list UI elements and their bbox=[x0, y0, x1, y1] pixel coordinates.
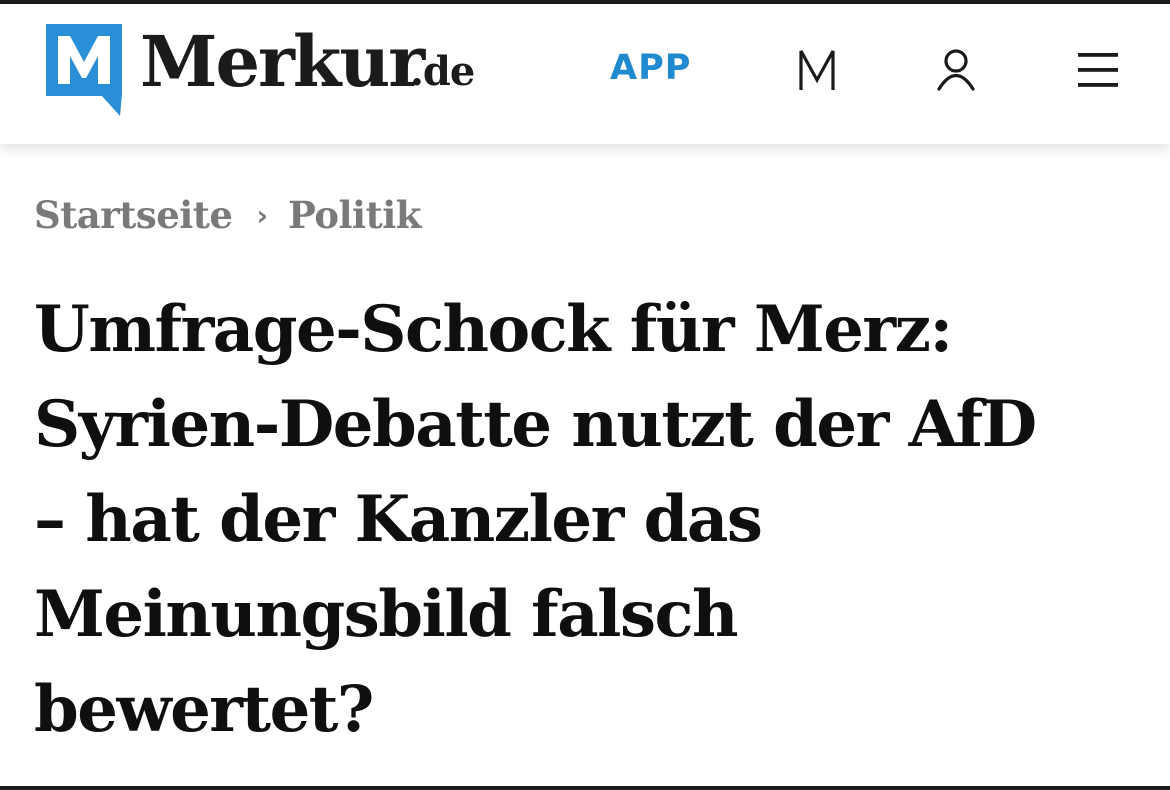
headline-line: Syrien-Debatte nutzt der AfD bbox=[34, 387, 1037, 462]
chevron-right-icon: › bbox=[256, 199, 268, 232]
breadcrumb-home[interactable]: Startseite bbox=[34, 188, 233, 242]
breadcrumb: Startseite › Politik bbox=[34, 188, 421, 242]
user-icon[interactable] bbox=[936, 48, 976, 96]
bottom-border bbox=[0, 786, 1170, 790]
merkur-m-icon-glyph bbox=[799, 50, 835, 90]
article-headline: Umfrage-Schock für Merz: Syrien-Debatte … bbox=[34, 282, 1144, 757]
headline-line: – hat der Kanzler das bbox=[34, 482, 763, 557]
breadcrumb-politik[interactable]: Politik bbox=[288, 188, 421, 242]
site-header: Merkur .de APP bbox=[0, 4, 1170, 144]
app-link[interactable]: APP bbox=[610, 46, 691, 90]
menu-icon[interactable] bbox=[1076, 50, 1120, 94]
user-icon-glyph bbox=[937, 49, 975, 91]
merkur-m-icon[interactable] bbox=[798, 48, 836, 96]
logo-domain: .de bbox=[410, 48, 475, 95]
menu-icon-glyph bbox=[1078, 53, 1118, 87]
headline-line: Umfrage-Schock für Merz: bbox=[34, 292, 953, 367]
merkur-logo-icon bbox=[46, 24, 122, 116]
headline-line: Meinungsbild falsch bbox=[34, 577, 739, 652]
logo-wordmark: Merkur bbox=[140, 20, 425, 103]
headline-line: bewertet? bbox=[34, 672, 374, 747]
